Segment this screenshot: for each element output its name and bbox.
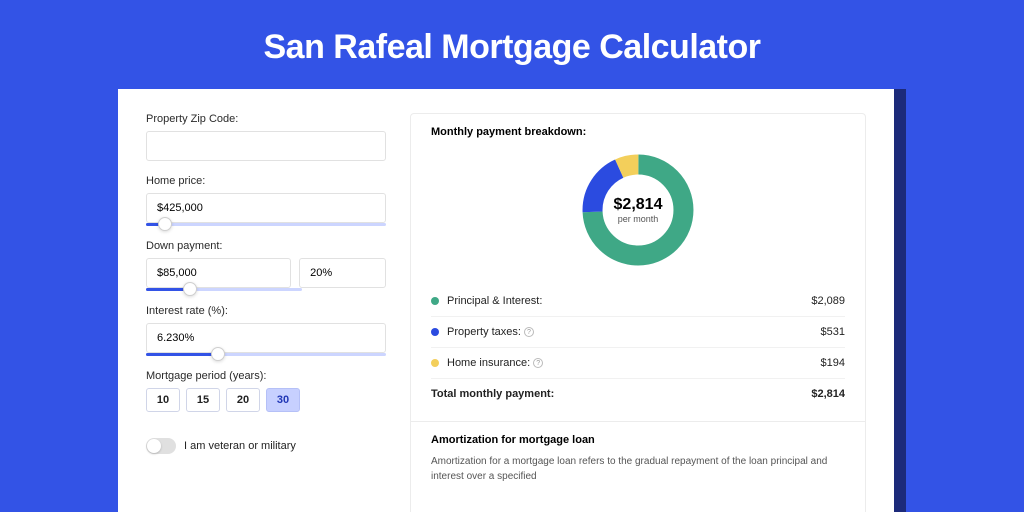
down-payment-input[interactable] [146,258,291,288]
home-price-label: Home price: [146,175,386,187]
legend-label: Property taxes: ? [447,326,821,338]
dot-icon [431,297,439,305]
period-label: Mortgage period (years): [146,370,386,382]
card-shadow: Property Zip Code: Home price: Down paym… [118,89,906,512]
down-payment-label: Down payment: [146,240,386,252]
help-icon[interactable]: ? [533,358,543,368]
legend-row-principal: Principal & Interest: $2,089 [431,286,845,316]
total-value: $2,814 [811,388,845,400]
home-price-input[interactable] [146,193,386,223]
slider-thumb[interactable] [183,282,197,296]
interest-label: Interest rate (%): [146,305,386,317]
form-panel: Property Zip Code: Home price: Down paym… [146,113,386,512]
payment-donut-chart: $2,814 per month [578,150,698,270]
dot-icon [431,328,439,336]
toggle-knob [147,439,161,453]
donut-sub: per month [618,214,659,224]
legend: Principal & Interest: $2,089 Property ta… [431,286,845,409]
interest-input[interactable] [146,323,386,353]
page-title: San Rafeal Mortgage Calculator [0,0,1024,89]
help-icon[interactable]: ? [524,327,534,337]
legend-label: Principal & Interest: [447,295,811,307]
legend-label: Home insurance: ? [447,357,821,369]
legend-value: $531 [821,326,845,338]
breakdown-panel: Monthly payment breakdown: $2,814 per mo… [410,113,866,512]
legend-row-insurance: Home insurance: ? $194 [431,347,845,378]
slider-thumb[interactable] [211,347,225,361]
zip-label: Property Zip Code: [146,113,386,125]
zip-input[interactable] [146,131,386,161]
period-option-10[interactable]: 10 [146,388,180,412]
down-payment-slider[interactable] [146,288,302,291]
legend-row-taxes: Property taxes: ? $531 [431,316,845,347]
veteran-toggle[interactable] [146,438,176,454]
breakdown-title: Monthly payment breakdown: [431,126,845,138]
calculator-card: Property Zip Code: Home price: Down paym… [118,89,894,512]
amortization-text: Amortization for a mortgage loan refers … [431,454,845,484]
period-option-30[interactable]: 30 [266,388,300,412]
interest-slider[interactable] [146,353,386,356]
legend-value: $194 [821,357,845,369]
period-option-20[interactable]: 20 [226,388,260,412]
legend-row-total: Total monthly payment: $2,814 [431,378,845,409]
amortization-title: Amortization for mortgage loan [431,434,845,446]
total-label: Total monthly payment: [431,388,811,400]
dot-icon [431,359,439,367]
legend-value: $2,089 [811,295,845,307]
period-segmented: 10 15 20 30 [146,388,386,412]
amortization-section: Amortization for mortgage loan Amortizat… [411,421,865,484]
home-price-slider[interactable] [146,223,386,226]
down-payment-pct-input[interactable] [299,258,386,288]
veteran-label: I am veteran or military [184,440,296,452]
period-option-15[interactable]: 15 [186,388,220,412]
donut-amount: $2,814 [614,196,663,214]
